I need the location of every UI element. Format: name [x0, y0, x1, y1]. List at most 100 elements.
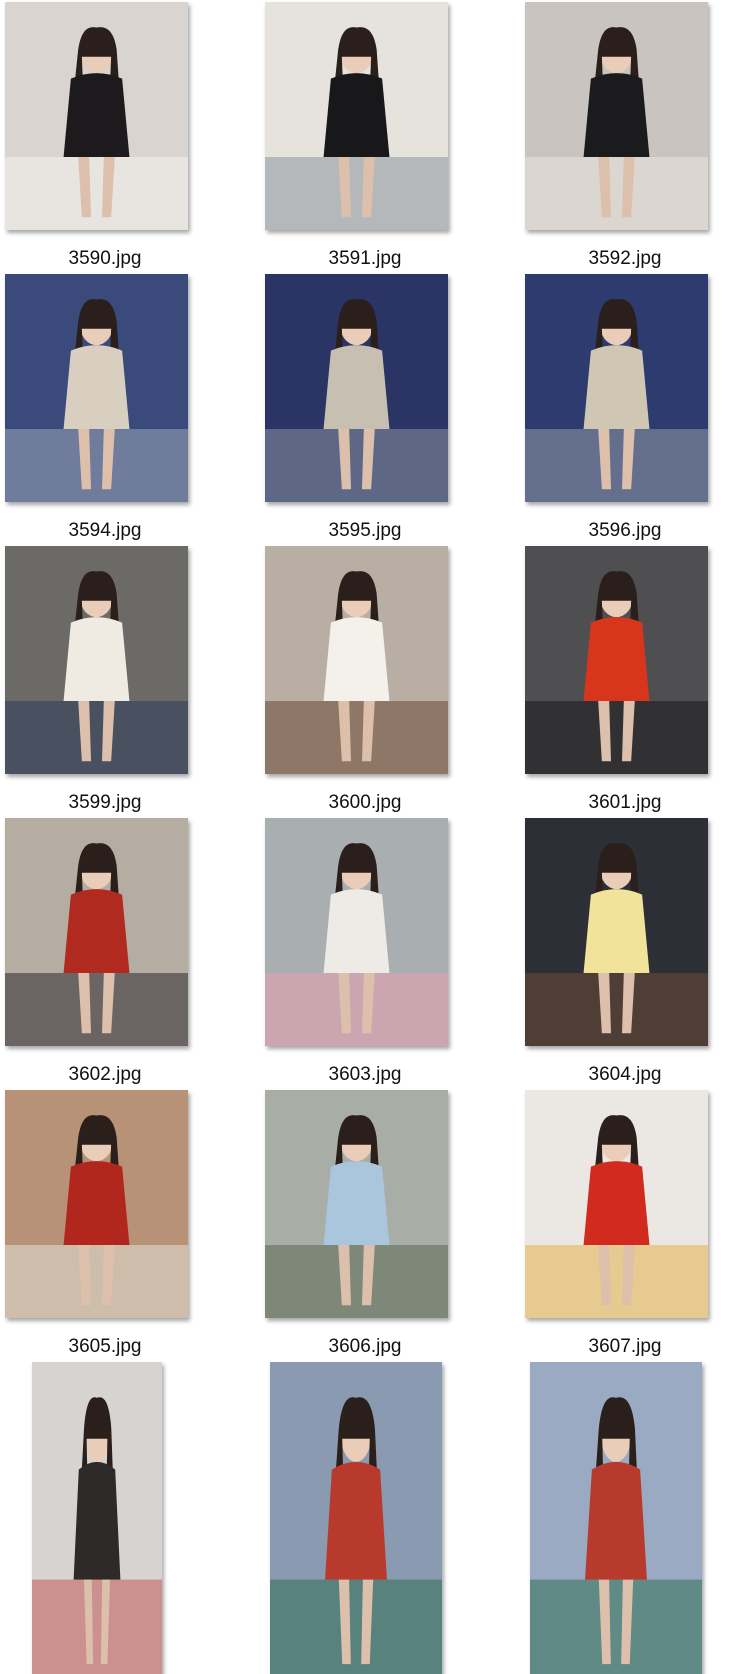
photo-thumbnail[interactable]	[265, 1090, 448, 1318]
file-name-label[interactable]: 3603.jpg	[265, 1064, 465, 1086]
file-name-label[interactable]: 3594.jpg	[5, 520, 205, 542]
photo-thumbnail[interactable]	[525, 2, 708, 230]
photo-image	[270, 1362, 442, 1674]
photo-thumbnail[interactable]	[32, 1362, 162, 1674]
photo-thumbnail[interactable]	[270, 1362, 442, 1674]
person-outfit	[583, 1161, 650, 1246]
photo-thumbnail[interactable]	[525, 1090, 708, 1318]
photo-floor	[525, 429, 708, 502]
photo-image	[265, 2, 448, 230]
file-tile[interactable]: 3606.jpg	[265, 1090, 465, 1360]
photo-floor	[5, 1245, 188, 1318]
photo-thumbnail[interactable]	[5, 1090, 188, 1318]
file-name-label[interactable]: 3590.jpg	[5, 248, 205, 270]
photo-floor	[32, 1579, 162, 1674]
photo-floor	[265, 1245, 448, 1318]
photo-thumbnail[interactable]	[525, 546, 708, 774]
photo-floor	[265, 157, 448, 230]
photo-image	[5, 546, 188, 774]
file-tile[interactable]: 3596.jpg	[525, 274, 725, 544]
person-outfit	[583, 73, 650, 158]
photo-image	[5, 1090, 188, 1318]
file-name-label[interactable]: 3605.jpg	[5, 1336, 205, 1358]
file-tile[interactable]: 3607.jpg	[525, 1090, 725, 1360]
photo-floor	[530, 1579, 702, 1674]
photo-floor	[525, 1245, 708, 1318]
file-tile[interactable]: 3595.jpg	[265, 274, 465, 544]
file-tile[interactable]: 3591.jpg	[265, 2, 465, 272]
photo-thumbnail[interactable]	[5, 818, 188, 1046]
photo-floor	[525, 973, 708, 1046]
photo-floor	[525, 157, 708, 230]
file-tile[interactable]: 3599.jpg	[5, 546, 205, 816]
photo-thumbnail[interactable]	[5, 2, 188, 230]
file-tile[interactable]: 3605.jpg	[5, 1090, 205, 1360]
file-tile[interactable]: 3601.jpg	[525, 546, 725, 816]
photo-floor	[265, 429, 448, 502]
photo-thumbnail[interactable]	[265, 274, 448, 502]
photo-image	[525, 818, 708, 1046]
file-tile[interactable]	[525, 1362, 725, 1674]
file-tile[interactable]: 3602.jpg	[5, 818, 205, 1088]
file-name-label[interactable]: 3596.jpg	[525, 520, 725, 542]
photo-image	[265, 818, 448, 1046]
person-outfit	[63, 345, 130, 430]
photo-floor	[265, 701, 448, 774]
file-name-label[interactable]: 3607.jpg	[525, 1336, 725, 1358]
photo-image	[265, 546, 448, 774]
file-name-label[interactable]: 3604.jpg	[525, 1064, 725, 1086]
photo-thumbnail[interactable]	[265, 818, 448, 1046]
photo-thumbnail[interactable]	[5, 274, 188, 502]
photo-thumbnail[interactable]	[530, 1362, 702, 1674]
file-tile[interactable]: 3594.jpg	[5, 274, 205, 544]
file-name-label[interactable]: 3591.jpg	[265, 248, 465, 270]
person-outfit	[323, 889, 390, 974]
photo-floor	[5, 157, 188, 230]
photo-thumbnail[interactable]	[525, 818, 708, 1046]
file-name-label[interactable]: 3595.jpg	[265, 520, 465, 542]
file-tile[interactable]	[265, 1362, 465, 1674]
photo-floor	[5, 429, 188, 502]
person-outfit	[63, 1161, 130, 1246]
photo-image	[265, 274, 448, 502]
photo-image	[265, 1090, 448, 1318]
file-tile[interactable]: 3603.jpg	[265, 818, 465, 1088]
photo-floor	[5, 973, 188, 1046]
person-outfit	[63, 617, 130, 702]
photo-thumbnail[interactable]	[5, 546, 188, 774]
photo-image	[5, 2, 188, 230]
photo-floor	[265, 973, 448, 1046]
file-tile[interactable]	[5, 1362, 205, 1674]
photo-thumbnail[interactable]	[265, 546, 448, 774]
photo-image	[5, 274, 188, 502]
photo-thumbnail[interactable]	[265, 2, 448, 230]
file-name-label[interactable]: 3601.jpg	[525, 792, 725, 814]
file-tile[interactable]: 3600.jpg	[265, 546, 465, 816]
file-name-label[interactable]: 3600.jpg	[265, 792, 465, 814]
person-outfit	[585, 1461, 647, 1580]
file-tile[interactable]: 3590.jpg	[5, 2, 205, 272]
file-tile[interactable]: 3592.jpg	[525, 2, 725, 272]
file-tile[interactable]: 3604.jpg	[525, 818, 725, 1088]
person-outfit	[325, 1461, 387, 1580]
file-name-label[interactable]: 3599.jpg	[5, 792, 205, 814]
person-outfit	[583, 617, 650, 702]
photo-floor	[270, 1579, 442, 1674]
person-outfit	[323, 617, 390, 702]
photo-image	[525, 2, 708, 230]
file-thumbnail-grid: 3590.jpg 3591.jpg 3592.jpg 3594.jpg 3595.jpg…	[0, 0, 747, 1674]
photo-image	[5, 818, 188, 1046]
person-outfit	[73, 1461, 121, 1580]
person-outfit	[583, 889, 650, 974]
file-name-label[interactable]: 3606.jpg	[265, 1336, 465, 1358]
file-name-label[interactable]: 3602.jpg	[5, 1064, 205, 1086]
photo-image	[525, 1090, 708, 1318]
photo-thumbnail[interactable]	[525, 274, 708, 502]
person-outfit	[323, 73, 390, 158]
file-name-label[interactable]: 3592.jpg	[525, 248, 725, 270]
person-outfit	[63, 73, 130, 158]
person-outfit	[583, 345, 650, 430]
photo-image	[525, 546, 708, 774]
photo-floor	[5, 701, 188, 774]
person-outfit	[63, 889, 130, 974]
